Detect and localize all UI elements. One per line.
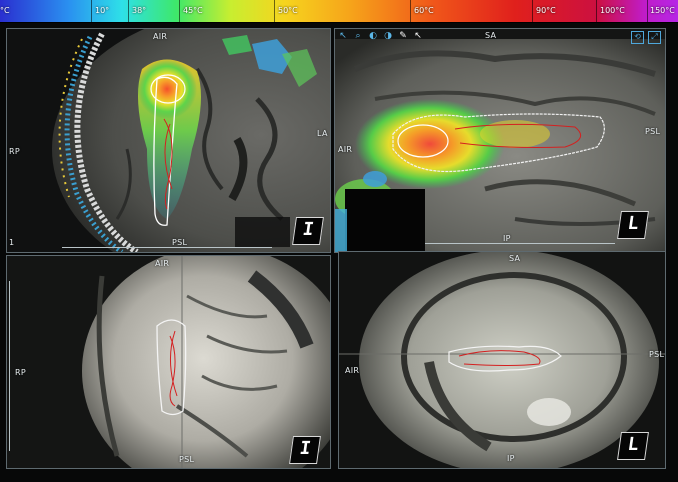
temperature-color-scale: °C 10° 38° 45°C 50°C 60°C 90°C 100°C 150°C [0,0,678,23]
reset-view-icon[interactable]: ⟲ [631,31,644,44]
sagittal-magnitude-image [339,252,665,468]
scale-label: °C [0,6,10,15]
ruler [425,243,615,244]
axial-thermal-image [7,29,330,252]
scale-label: 45°C [183,6,203,15]
scale-tick [128,0,129,22]
slice-index: 1 [9,238,15,247]
orientation-left: RP [15,368,26,377]
viewport-axial-magnitude[interactable]: AIR RP PSL I [6,255,331,469]
orientation-right: PSL [649,350,665,359]
orientation-right: PSL [645,127,661,136]
scale-tick [274,0,275,22]
orientation-left: RP [9,147,20,156]
orientation-cube[interactable]: I [289,436,321,464]
viewport-sagittal-thermal[interactable]: ↖ ⌕ ◐ ◑ ✎ ↖ ⟲ ⤢ SA AIR PSL IP L [334,28,666,253]
orientation-cube[interactable]: L [617,211,649,239]
orientation-left: AIR [338,145,353,154]
orientation-cube[interactable]: I [292,217,324,245]
sagittal-thermal-image [335,29,665,252]
orientation-left: AIR [345,366,360,375]
scale-tick [596,0,597,22]
orientation-bottom: PSL [172,238,188,247]
pointer-icon[interactable]: ↖ [338,31,348,41]
scale-label: 60°C [414,6,434,15]
scale-label: 100°C [600,6,625,15]
cursor-icon[interactable]: ↖ [413,31,423,41]
orientation-bottom: IP [507,454,515,463]
scale-tick [179,0,180,22]
orientation-cube[interactable]: L [617,432,649,460]
contrast-icon[interactable]: ◐ [368,31,378,41]
scale-tick [532,0,533,22]
scale-label: 150°C [650,6,675,15]
axial-magnitude-image [7,256,330,468]
scale-tick [647,0,648,22]
maximize-icon[interactable]: ⤢ [648,31,661,44]
ruler [62,247,272,248]
orientation-right: LA [317,129,328,138]
viewport-sagittal-magnitude[interactable]: SA AIR PSL IP L [338,251,666,469]
scale-label: 90°C [536,6,556,15]
pan-icon[interactable]: ✎ [398,31,408,41]
scale-label: 10° [95,6,110,15]
orientation-top: SA [485,31,497,40]
viewport-axial-thermal[interactable]: AIR RP LA PSL 1 I [6,28,331,253]
scale-label: 50°C [278,6,298,15]
orientation-top: SA [509,254,521,263]
orientation-bottom: IP [503,234,511,243]
orientation-top: AIR [155,259,170,268]
scale-label: 38° [132,6,147,15]
orientation-bottom: PSL [179,455,195,464]
scale-tick [410,0,411,22]
view-toolbar: ↖ ⌕ ◐ ◑ ✎ ↖ [335,29,426,47]
window-level-icon[interactable]: ◑ [383,31,393,41]
zoom-icon[interactable]: ⌕ [353,31,363,41]
orientation-top: AIR [153,32,168,41]
scale-tick [91,0,92,22]
ruler [9,281,10,451]
